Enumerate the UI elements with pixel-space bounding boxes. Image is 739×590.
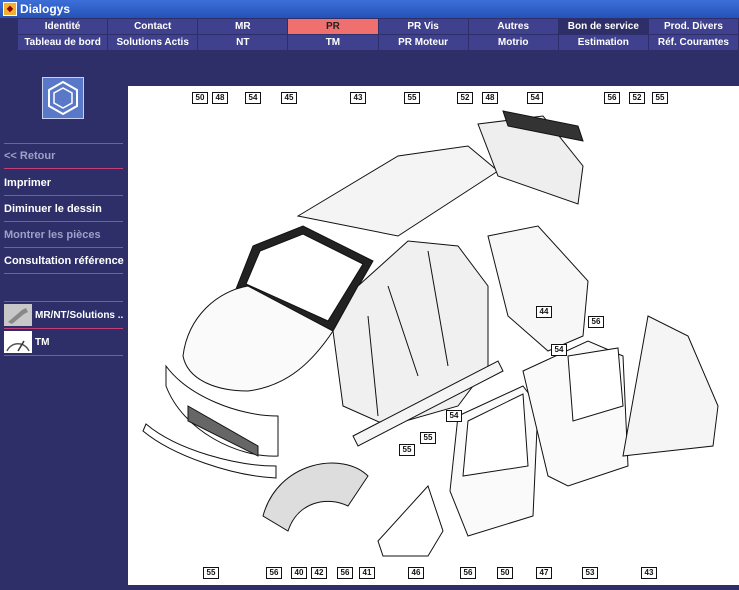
separator bbox=[4, 195, 123, 196]
menu-contact[interactable]: Contact bbox=[108, 19, 198, 34]
tm-link[interactable]: TM bbox=[4, 330, 123, 354]
callout-label-56[interactable]: 56 bbox=[604, 92, 620, 104]
tm-label: TM bbox=[35, 336, 50, 348]
separator bbox=[4, 273, 123, 274]
menu-tm[interactable]: TM bbox=[288, 35, 378, 50]
separator bbox=[4, 143, 123, 144]
callout-label-55[interactable]: 55 bbox=[404, 92, 420, 104]
menu-row-1: Identité Contact MR PR PR Vis Autres Bon… bbox=[18, 19, 739, 34]
back-link[interactable]: << Retour bbox=[4, 150, 123, 162]
callout-label-43[interactable]: 43 bbox=[350, 92, 366, 104]
callout-label-55[interactable]: 55 bbox=[203, 567, 219, 579]
callout-label-40[interactable]: 40 bbox=[291, 567, 307, 579]
callout-label-48[interactable]: 48 bbox=[212, 92, 228, 104]
callout-label-45[interactable]: 45 bbox=[281, 92, 297, 104]
window-titlebar: ◆ Dialogys bbox=[0, 0, 739, 18]
separator bbox=[4, 328, 123, 329]
separator bbox=[4, 247, 123, 248]
callout-label-52[interactable]: 52 bbox=[457, 92, 473, 104]
mr-nt-solutions-label: MR/NT/Solutions ... bbox=[35, 309, 123, 321]
callout-label-52[interactable]: 52 bbox=[629, 92, 645, 104]
callout-label-50[interactable]: 50 bbox=[192, 92, 208, 104]
window-title: Dialogys bbox=[20, 2, 71, 16]
callout-label-50[interactable]: 50 bbox=[497, 567, 513, 579]
show-parts-button[interactable]: Montrer les pièces bbox=[4, 229, 123, 241]
callout-label-56[interactable]: 56 bbox=[588, 316, 604, 328]
callout-label-54[interactable]: 54 bbox=[527, 92, 543, 104]
callout-label-54[interactable]: 54 bbox=[245, 92, 261, 104]
wrench-icon bbox=[4, 304, 32, 326]
callout-label-55[interactable]: 55 bbox=[652, 92, 668, 104]
shrink-drawing-button[interactable]: Diminuer le dessin bbox=[4, 203, 123, 215]
callout-label-43[interactable]: 43 bbox=[641, 567, 657, 579]
renault-logo-button[interactable] bbox=[42, 77, 84, 119]
clock-dial-icon bbox=[4, 331, 32, 353]
separator bbox=[4, 221, 123, 222]
menu-pr-vis[interactable]: PR Vis bbox=[378, 19, 468, 34]
reference-lookup-button[interactable]: Consultation référence bbox=[4, 255, 124, 267]
separator bbox=[4, 355, 123, 356]
mr-nt-solutions-link[interactable]: MR/NT/Solutions ... bbox=[4, 303, 123, 327]
callout-label-47[interactable]: 47 bbox=[536, 567, 552, 579]
menu-solutions-actis[interactable]: Solutions Actis bbox=[108, 35, 198, 50]
callout-label-54[interactable]: 54 bbox=[551, 344, 567, 356]
menu-prod-divers[interactable]: Prod. Divers bbox=[648, 19, 738, 34]
menu-pr[interactable]: PR bbox=[288, 19, 378, 34]
callout-label-56[interactable]: 56 bbox=[266, 567, 282, 579]
body-parts-diagram bbox=[142, 110, 719, 557]
separator bbox=[4, 301, 123, 302]
callout-label-46[interactable]: 46 bbox=[408, 567, 424, 579]
callout-label-56[interactable]: 56 bbox=[337, 567, 353, 579]
menu-tableau-de-bord[interactable]: Tableau de bord bbox=[18, 35, 108, 50]
callout-label-54[interactable]: 54 bbox=[446, 410, 462, 422]
hexagon-logo-icon bbox=[48, 80, 78, 116]
menu-nt[interactable]: NT bbox=[198, 35, 288, 50]
callout-label-56[interactable]: 56 bbox=[460, 567, 476, 579]
callout-label-53[interactable]: 53 bbox=[582, 567, 598, 579]
print-button[interactable]: Imprimer bbox=[4, 177, 123, 189]
callout-label-41[interactable]: 41 bbox=[359, 567, 375, 579]
menu-bon-de-service[interactable]: Bon de service bbox=[558, 19, 648, 34]
callout-label-55[interactable]: 55 bbox=[420, 432, 436, 444]
menu-ref-courantes[interactable]: Réf. Courantes bbox=[648, 35, 738, 50]
callout-label-44[interactable]: 44 bbox=[536, 306, 552, 318]
app-icon: ◆ bbox=[3, 2, 17, 16]
menu-pr-moteur[interactable]: PR Moteur bbox=[378, 35, 468, 50]
separator bbox=[4, 168, 123, 169]
menu-estimation[interactable]: Estimation bbox=[558, 35, 648, 50]
callout-label-55[interactable]: 55 bbox=[399, 444, 415, 456]
left-panel: << Retour Imprimer Diminuer le dessin Mo… bbox=[0, 70, 126, 585]
menu-autres[interactable]: Autres bbox=[468, 19, 558, 34]
exploded-parts-drawing[interactable] bbox=[128, 86, 739, 585]
menu-row-2: Tableau de bord Solutions Actis NT TM PR… bbox=[18, 35, 739, 50]
menu-identite[interactable]: Identité bbox=[18, 19, 108, 34]
menu-mr[interactable]: MR bbox=[198, 19, 288, 34]
top-menu: Identité Contact MR PR PR Vis Autres Bon… bbox=[18, 19, 739, 51]
callout-label-42[interactable]: 42 bbox=[311, 567, 327, 579]
menu-motrio[interactable]: Motrio bbox=[468, 35, 558, 50]
callout-label-48[interactable]: 48 bbox=[482, 92, 498, 104]
